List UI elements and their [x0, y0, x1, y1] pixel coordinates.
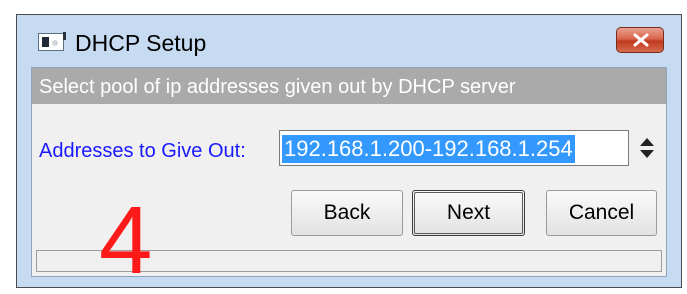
close-button[interactable]	[616, 27, 664, 53]
back-button[interactable]: Back	[291, 190, 403, 236]
window-title: DHCP Setup	[75, 30, 207, 56]
addresses-input[interactable]: 192.168.1.200-192.168.1.254	[279, 130, 629, 166]
winbox-app-icon	[38, 32, 66, 51]
addresses-label: Addresses to Give Out:	[39, 140, 246, 162]
up-down-arrows-icon[interactable]	[638, 136, 656, 160]
addresses-input-value: 192.168.1.200-192.168.1.254	[282, 135, 575, 163]
back-button-label: Back	[323, 201, 371, 224]
title-bar[interactable]: DHCP Setup	[17, 15, 681, 67]
dhcp-setup-window: DHCP Setup Select pool of ip addresses g…	[16, 14, 682, 294]
cancel-button-label: Cancel	[568, 201, 635, 224]
next-button[interactable]: Next	[412, 190, 525, 236]
step-number-annotation: 4	[99, 187, 153, 294]
cancel-button[interactable]: Cancel	[546, 190, 657, 236]
close-icon	[633, 33, 649, 47]
instruction-banner: Select pool of ip addresses given out by…	[32, 68, 666, 104]
instruction-text: Select pool of ip addresses given out by…	[39, 76, 516, 98]
